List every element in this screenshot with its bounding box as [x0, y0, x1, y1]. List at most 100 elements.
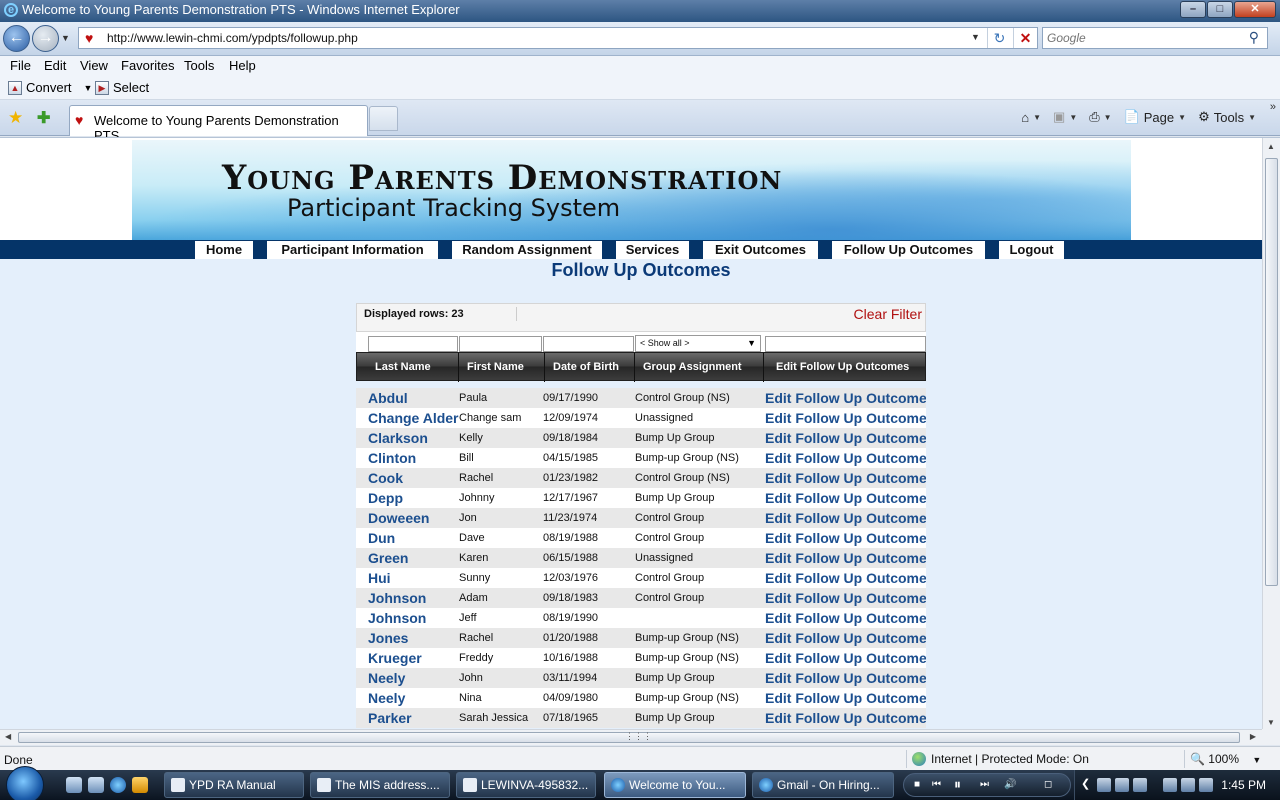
edit-follow-up-link[interactable]: Edit Follow Up Outcomes [765, 528, 926, 548]
menu-tools[interactable]: Tools [184, 58, 214, 73]
vertical-scrollbar[interactable]: ▲ ▼ [1262, 138, 1280, 730]
restore-player-icon[interactable]: ◻ [1044, 779, 1052, 790]
cell-last-name[interactable]: Hui [368, 568, 460, 588]
edit-follow-up-link[interactable]: Edit Follow Up Outcomes [765, 408, 926, 428]
edit-follow-up-link[interactable]: Edit Follow Up Outcomes [765, 648, 926, 668]
tray-mail-icon[interactable] [1133, 778, 1147, 792]
header-last-name[interactable]: Last Name [357, 353, 458, 382]
cell-last-name[interactable]: Cook [368, 468, 460, 488]
tray-volume-icon[interactable] [1199, 778, 1213, 792]
refresh-icon[interactable]: ↻ [987, 28, 1011, 48]
task-gmail[interactable]: Gmail - On Hiring... [752, 772, 894, 798]
filter-last-name-input[interactable] [368, 336, 458, 352]
cell-last-name[interactable]: Johnson [368, 608, 460, 628]
volume-icon[interactable]: 🔊 [1004, 779, 1016, 790]
filter-first-name-input[interactable] [459, 336, 542, 352]
edit-follow-up-link[interactable]: Edit Follow Up Outcomes [765, 668, 926, 688]
edit-follow-up-link[interactable]: Edit Follow Up Outcomes [765, 448, 926, 468]
home-button[interactable]: ⌂ ▼ [1021, 110, 1041, 125]
task-ypd-ra-manual[interactable]: YPD RA Manual [164, 772, 304, 798]
tray-device-icon[interactable] [1163, 778, 1177, 792]
nav-participant-information[interactable]: Participant Information [267, 241, 438, 259]
filter-edit-input[interactable] [765, 336, 926, 352]
header-group-assignment[interactable]: Group Assignment [634, 353, 763, 382]
cell-last-name[interactable]: Doweeen [368, 508, 460, 528]
nav-follow-up-outcomes[interactable]: Follow Up Outcomes [832, 241, 985, 259]
cell-last-name[interactable]: Neely [368, 668, 460, 688]
toolbar-overflow-icon[interactable]: » [1270, 101, 1276, 113]
edit-follow-up-link[interactable]: Edit Follow Up Outcomes [765, 688, 926, 708]
zoom-dropdown-icon[interactable]: ▼ [1252, 755, 1261, 765]
next-track-icon[interactable]: ⏭ [980, 779, 989, 790]
nav-exit-outcomes[interactable]: Exit Outcomes [703, 241, 818, 259]
address-dropdown-icon[interactable]: ▼ [971, 32, 980, 42]
nav-services[interactable]: Services [616, 241, 689, 259]
back-button[interactable]: ← [3, 25, 30, 52]
edit-follow-up-link[interactable]: Edit Follow Up Outcomes [765, 708, 926, 728]
cell-last-name[interactable]: Jones [368, 628, 460, 648]
cell-last-name[interactable]: Clarkson [368, 428, 460, 448]
pause-icon[interactable]: ⏸ [954, 776, 961, 793]
edit-follow-up-link[interactable]: Edit Follow Up Outcomes [765, 628, 926, 648]
scroll-up-icon[interactable]: ▲ [1267, 142, 1275, 151]
task-lewinva[interactable]: LEWINVA-495832... [456, 772, 596, 798]
page-menu-button[interactable]: 📄 Page ▼ [1124, 109, 1186, 125]
filter-group-select[interactable]: < Show all > ▼ [635, 335, 761, 352]
edit-follow-up-link[interactable]: Edit Follow Up Outcomes [765, 468, 926, 488]
menu-help[interactable]: Help [229, 58, 256, 73]
tray-network-icon[interactable] [1115, 778, 1129, 792]
address-bar[interactable]: ♥ http://www.lewin-chmi.com/ypdpts/follo… [78, 27, 1038, 49]
cell-last-name[interactable]: Neely [368, 688, 460, 708]
edit-follow-up-link[interactable]: Edit Follow Up Outcomes [765, 508, 926, 528]
scroll-left-icon[interactable]: ◀ [5, 732, 11, 741]
close-button[interactable]: ✕ [1234, 1, 1276, 18]
cell-last-name[interactable]: Green [368, 548, 460, 568]
stop-icon[interactable]: ✕ [1013, 28, 1037, 48]
vertical-scroll-thumb[interactable] [1265, 158, 1278, 586]
search-icon[interactable]: ⚲ [1249, 29, 1259, 46]
scroll-right-icon[interactable]: ▶ [1250, 732, 1256, 741]
stop-media-icon[interactable]: ■ [914, 779, 920, 790]
edit-follow-up-link[interactable]: Edit Follow Up Outcomes [765, 608, 926, 628]
tools-menu-button[interactable]: ⚙ Tools ▼ [1198, 109, 1256, 125]
clear-filter-link[interactable]: Clear Filter [854, 306, 922, 322]
menu-file[interactable]: File [10, 58, 31, 73]
filter-dob-input[interactable] [543, 336, 634, 352]
nav-home[interactable]: Home [195, 241, 253, 259]
search-box[interactable]: ⚲ [1042, 27, 1268, 49]
forward-button[interactable]: → [32, 25, 59, 52]
new-tab-button[interactable] [369, 106, 398, 131]
convert-button[interactable]: ▲ Convert ▼ [8, 80, 92, 95]
cell-last-name[interactable]: Parker [368, 708, 460, 728]
task-welcome-ie[interactable]: Welcome to You... [604, 772, 746, 798]
favorites-star-icon[interactable]: ★ [8, 108, 23, 128]
edit-follow-up-link[interactable]: Edit Follow Up Outcomes [765, 428, 926, 448]
show-desktop-icon[interactable] [66, 777, 82, 793]
security-zone[interactable]: Internet | Protected Mode: On [912, 752, 1089, 766]
menu-favorites[interactable]: Favorites [121, 58, 174, 73]
media-player-quicklaunch-icon[interactable] [132, 777, 148, 793]
header-date-of-birth[interactable]: Date of Birth [544, 353, 634, 382]
header-edit-follow-up[interactable]: Edit Follow Up Outcomes [763, 353, 927, 382]
start-button[interactable] [6, 766, 44, 800]
edit-follow-up-link[interactable]: Edit Follow Up Outcomes [765, 568, 926, 588]
edit-follow-up-link[interactable]: Edit Follow Up Outcomes [765, 488, 926, 508]
menu-edit[interactable]: Edit [44, 58, 66, 73]
cell-last-name[interactable]: Clinton [368, 448, 460, 468]
add-favorite-icon[interactable]: ✚ [37, 108, 50, 128]
menu-view[interactable]: View [80, 58, 108, 73]
tray-expand-icon[interactable]: ❮ [1081, 777, 1090, 790]
minimize-button[interactable]: – [1180, 1, 1206, 18]
cell-last-name[interactable]: Johnson [368, 588, 460, 608]
zoom-control[interactable]: 🔍 100% ▼ [1190, 752, 1261, 766]
cell-last-name[interactable]: Change Alder [368, 408, 460, 428]
edit-follow-up-link[interactable]: Edit Follow Up Outcomes [765, 588, 926, 608]
cell-last-name[interactable]: Depp [368, 488, 460, 508]
previous-track-icon[interactable]: ⏮ [932, 779, 941, 790]
tray-monitor-icon[interactable] [1181, 778, 1195, 792]
address-url[interactable]: http://www.lewin-chmi.com/ypdpts/followu… [107, 31, 358, 45]
tray-dropbox-icon[interactable] [1097, 778, 1111, 792]
cell-last-name[interactable]: Dun [368, 528, 460, 548]
nav-random-assignment[interactable]: Random Assignment [452, 241, 602, 259]
taskbar-clock[interactable]: 1:45 PM [1221, 778, 1266, 792]
